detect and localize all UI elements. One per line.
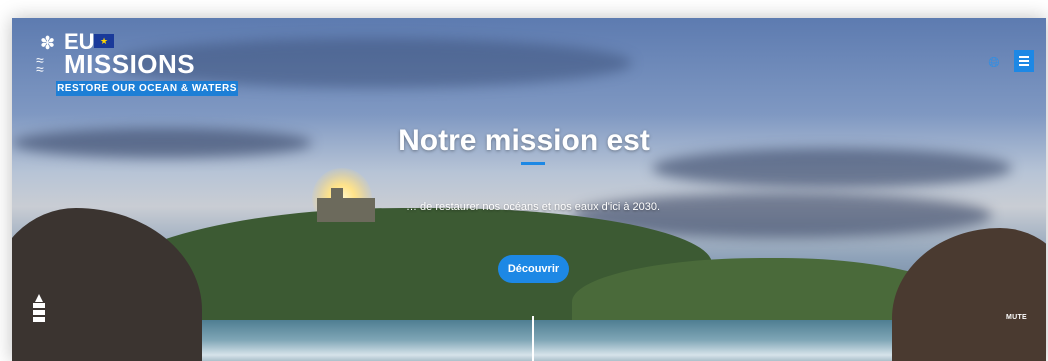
water-drop-icon: ✽ <box>40 33 56 53</box>
rock <box>12 208 202 361</box>
lighthouse-band <box>33 310 45 315</box>
title-underline <box>521 162 545 165</box>
menu-icon <box>1019 56 1029 58</box>
mute-button[interactable]: MUTE <box>1006 314 1027 321</box>
lighthouse-icon[interactable] <box>32 294 46 328</box>
lighthouse-band <box>33 317 45 322</box>
menu-button[interactable] <box>1014 50 1034 72</box>
eu-missions-logo[interactable]: ✽ ≈ ≈ EU ★ MISSIONS RESTORE OUR OCEAN & W… <box>36 30 240 100</box>
rock <box>892 228 1046 361</box>
discover-button[interactable]: Découvrir <box>498 255 569 283</box>
sea <box>172 320 932 361</box>
lighthouse-top <box>35 294 43 302</box>
hero-title: Notre mission est <box>398 124 650 157</box>
globe-icon[interactable]: 🌐︎ <box>986 54 1002 70</box>
eu-flag-icon: ★ <box>94 34 114 48</box>
menu-icon <box>1019 64 1029 66</box>
scroll-indicator <box>532 316 534 361</box>
hero-subtitle: … de restaurer nos océans et nos eaux d'… <box>405 201 661 213</box>
waves-icon: ≈ ≈ <box>36 52 44 77</box>
logo-missions-text: MISSIONS <box>64 49 196 79</box>
menu-icon <box>1019 60 1029 62</box>
logo-tagline: RESTORE OUR OCEAN & WATERS <box>56 81 238 96</box>
lighthouse-band <box>33 303 45 308</box>
